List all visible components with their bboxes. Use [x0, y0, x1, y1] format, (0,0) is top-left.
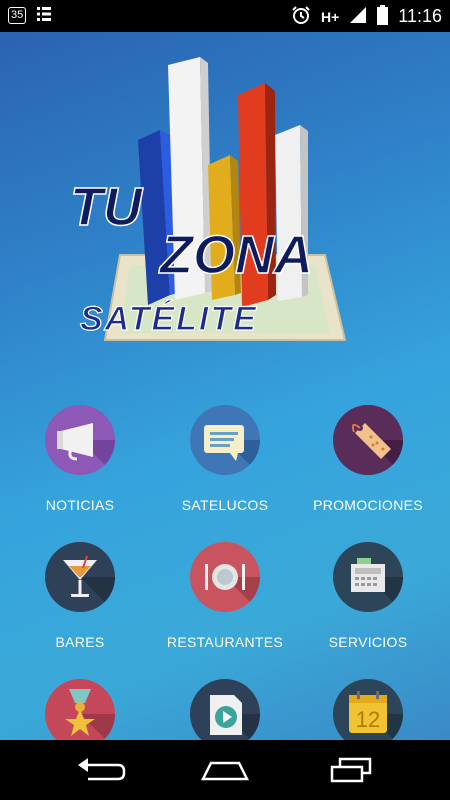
- app-logo: TU ZONA SATÉLITE: [60, 55, 400, 345]
- menu-item-label: BARES: [55, 634, 105, 650]
- recent-apps-button[interactable]: [322, 755, 382, 787]
- clock: 11:16: [398, 6, 442, 26]
- menu-item-promociones[interactable]: PROMOCIONES: [298, 395, 438, 513]
- megaphone-icon: [45, 405, 115, 475]
- logo-text-satelite: SATÉLITE: [80, 300, 258, 338]
- calendar-icon: 12: [333, 679, 403, 749]
- signal-icon: [349, 6, 367, 27]
- medal-icon: [45, 679, 115, 749]
- home-button[interactable]: [195, 755, 255, 787]
- cash-register-icon: [333, 542, 403, 612]
- home-icon: [200, 761, 250, 781]
- menu-item-servicios[interactable]: SERVICIOS: [298, 532, 438, 650]
- tag-icon: [333, 405, 403, 475]
- notification-count-badge: 35: [8, 7, 27, 24]
- logo-text-zona: ZONA: [158, 225, 313, 285]
- alarm-icon: [291, 5, 311, 28]
- menu-grid: NOTICIAS SATELUCOS PROMOCIONES BARES RES…: [0, 395, 450, 749]
- menu-item-label: RESTAURANTES: [166, 634, 284, 650]
- back-button[interactable]: [70, 755, 130, 787]
- network-type: H+: [320, 8, 340, 25]
- menu-item-bares[interactable]: BARES: [10, 532, 150, 650]
- status-bar: 35 H+ 11:16: [0, 0, 450, 32]
- plate-icon: [190, 542, 260, 612]
- menu-item-label: PROMOCIONES: [313, 497, 423, 513]
- logo-text-tu: TU: [70, 177, 144, 237]
- navigation-bar: [0, 740, 450, 800]
- menu-item-label: SERVICIOS: [328, 634, 408, 650]
- menu-item-label: SATELUCOS: [181, 497, 269, 513]
- menu-item-label: NOTICIAS: [45, 497, 115, 513]
- play-icon: [190, 679, 260, 749]
- calendar-day: 12: [356, 707, 380, 732]
- battery-icon: [377, 5, 389, 28]
- chat-icon: [190, 405, 260, 475]
- recent-apps-icon: [330, 757, 372, 783]
- menu-item-noticias[interactable]: NOTICIAS: [10, 395, 150, 513]
- list-notification-icon: [36, 6, 52, 25]
- cocktail-icon: [45, 542, 115, 612]
- menu-item-satelucos[interactable]: SATELUCOS: [155, 395, 295, 513]
- menu-item-restaurantes[interactable]: RESTAURANTES: [155, 532, 295, 650]
- back-icon: [78, 758, 126, 781]
